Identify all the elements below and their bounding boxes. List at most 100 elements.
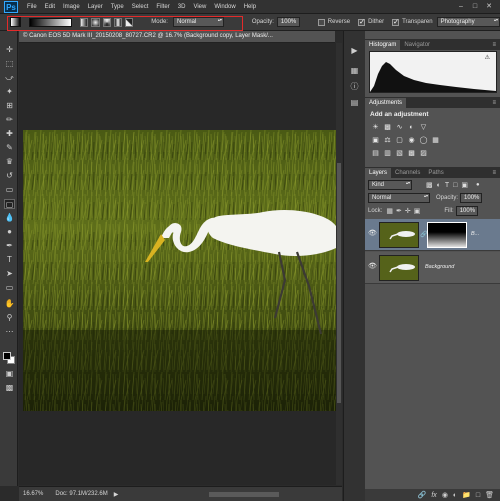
menu-image[interactable]: Image: [59, 4, 84, 10]
close-icon[interactable]: ✕: [484, 3, 494, 11]
exposure-icon[interactable]: ◐: [407, 124, 416, 132]
hand-tool-icon[interactable]: ✋: [4, 299, 15, 309]
adjustments-panel-menu-icon[interactable]: ≡: [492, 98, 500, 108]
adjustment-filter-icon[interactable]: ◐: [437, 182, 441, 189]
lock-all-icon[interactable]: ▣: [414, 207, 421, 215]
pen-tool-icon[interactable]: ✒: [4, 241, 15, 251]
dodge-tool-icon[interactable]: ●: [4, 227, 15, 237]
tab-layers[interactable]: Layers: [365, 168, 392, 178]
filter-toggle-icon[interactable]: ●: [476, 182, 480, 188]
layer-thumbnail[interactable]: [379, 222, 419, 248]
pixel-filter-icon[interactable]: ▩: [426, 181, 433, 189]
status-menu-arrow-icon[interactable]: ▶: [114, 491, 119, 498]
vibrance-icon[interactable]: ▽: [419, 124, 428, 132]
layer-opacity-input[interactable]: 100%: [460, 193, 483, 203]
lock-pixels-icon[interactable]: ✒: [396, 207, 402, 215]
new-layer-icon[interactable]: □: [476, 492, 480, 499]
move-tool-icon[interactable]: ✛: [4, 45, 15, 55]
layer-kind-filter[interactable]: Kind: [368, 180, 412, 190]
color-lookup-icon[interactable]: ▦: [431, 137, 440, 145]
path-selection-tool-icon[interactable]: ➤: [4, 269, 15, 279]
lasso-tool-icon[interactable]: ⤻: [4, 73, 15, 83]
workspace-select[interactable]: Photography: [436, 17, 500, 27]
shape-filter-icon[interactable]: □: [453, 182, 457, 189]
layer-thumbnail[interactable]: [379, 255, 419, 281]
info-icon[interactable]: ⓘ: [348, 81, 361, 92]
shape-tool-icon[interactable]: ▭: [4, 283, 15, 293]
posterize-icon[interactable]: ▥: [383, 150, 392, 158]
menu-type[interactable]: Type: [107, 4, 128, 10]
menu-edit[interactable]: Edit: [41, 4, 59, 10]
tab-histogram[interactable]: Histogram: [365, 40, 401, 50]
more-tools-icon[interactable]: ⋯: [4, 327, 15, 337]
crop-tool-icon[interactable]: ⊞: [4, 101, 15, 111]
photoshop-logo[interactable]: Ps: [4, 0, 18, 13]
zoom-level[interactable]: 16.67%: [23, 491, 43, 497]
layer-style-icon[interactable]: fx: [431, 492, 436, 499]
spot-healing-tool-icon[interactable]: ✚: [4, 129, 15, 139]
visibility-eye-icon[interactable]: 👁: [368, 230, 377, 238]
tab-channels[interactable]: Channels: [391, 168, 424, 178]
tab-adjustments[interactable]: Adjustments: [365, 98, 407, 108]
play-actions-icon[interactable]: ▶: [348, 45, 361, 56]
brightness-contrast-icon[interactable]: ☀: [371, 124, 380, 132]
menu-help[interactable]: Help: [240, 4, 260, 10]
tab-paths[interactable]: Paths: [424, 168, 447, 178]
menu-file[interactable]: File: [23, 4, 41, 10]
menu-view[interactable]: View: [189, 4, 210, 10]
zoom-tool-icon[interactable]: ⚲: [4, 313, 15, 323]
clone-stamp-tool-icon[interactable]: ♛: [4, 157, 15, 167]
curves-icon[interactable]: ∿: [395, 124, 404, 132]
brush-tool-icon[interactable]: ✎: [4, 143, 15, 153]
blend-mode-select[interactable]: Normal: [368, 193, 430, 203]
channel-mixer-icon[interactable]: ◯: [419, 137, 428, 145]
add-mask-icon[interactable]: ◉: [442, 491, 448, 499]
menu-window[interactable]: Window: [210, 4, 239, 10]
layer-name[interactable]: B...: [471, 231, 479, 237]
layer-row[interactable]: 👁 Background: [365, 252, 500, 284]
layer-mask-thumbnail[interactable]: [427, 222, 467, 248]
menu-layer[interactable]: Layer: [84, 4, 107, 10]
blur-tool-icon[interactable]: 💧: [4, 213, 15, 223]
marquee-tool-icon[interactable]: ⬚: [4, 59, 15, 69]
type-filter-icon[interactable]: T: [445, 182, 449, 189]
threshold-icon[interactable]: ▧: [395, 150, 404, 158]
gradient-tool-icon[interactable]: ▢: [4, 199, 15, 209]
type-tool-icon[interactable]: T: [4, 255, 15, 265]
menu-3d[interactable]: 3D: [174, 4, 190, 10]
vertical-scrollbar[interactable]: [336, 43, 342, 485]
black-white-icon[interactable]: ▢: [395, 137, 404, 145]
eyedropper-tool-icon[interactable]: ✏: [4, 115, 15, 125]
fill-input[interactable]: 100%: [455, 206, 478, 216]
layer-name[interactable]: Background: [425, 264, 454, 270]
link-layers-icon[interactable]: 🔗: [418, 491, 427, 499]
histogram-panel-menu-icon[interactable]: ≡: [492, 40, 500, 50]
lock-position-icon[interactable]: ✛: [405, 207, 411, 215]
layers-panel-menu-icon[interactable]: ≡: [492, 168, 500, 178]
histogram-warning-icon[interactable]: ⚠: [485, 54, 490, 61]
vertical-scroll-thumb[interactable]: [337, 163, 341, 403]
reverse-checkbox[interactable]: [318, 18, 325, 26]
new-group-icon[interactable]: 📁: [462, 491, 471, 499]
foreground-color-swatch[interactable]: [3, 352, 11, 360]
horizontal-scroll-thumb[interactable]: [209, 492, 279, 497]
quick-mask-icon[interactable]: ▣: [4, 369, 15, 379]
delete-layer-icon[interactable]: 🗑: [485, 491, 494, 499]
new-adjustment-layer-icon[interactable]: ◐: [453, 492, 457, 499]
history-icon[interactable]: ▦: [348, 65, 361, 76]
history-brush-tool-icon[interactable]: ↺: [4, 171, 15, 181]
hue-saturation-icon[interactable]: ▣: [371, 137, 380, 145]
menu-select[interactable]: Select: [128, 4, 153, 10]
screen-mode-icon[interactable]: ▩: [4, 383, 15, 393]
minimize-icon[interactable]: –: [456, 3, 466, 11]
smart-object-filter-icon[interactable]: ▣: [461, 181, 468, 189]
invert-icon[interactable]: ▤: [371, 150, 380, 158]
photo-canvas[interactable]: [23, 130, 336, 411]
quick-select-tool-icon[interactable]: ✦: [4, 87, 15, 97]
dither-checkbox[interactable]: [358, 18, 366, 26]
lock-transparency-icon[interactable]: ▦: [386, 207, 393, 215]
tab-navigator[interactable]: Navigator: [400, 40, 434, 50]
photo-filter-icon[interactable]: ◉: [407, 137, 416, 145]
color-balance-icon[interactable]: ⚖: [383, 137, 392, 145]
layer-row[interactable]: 👁 🔗 B...: [365, 219, 500, 251]
